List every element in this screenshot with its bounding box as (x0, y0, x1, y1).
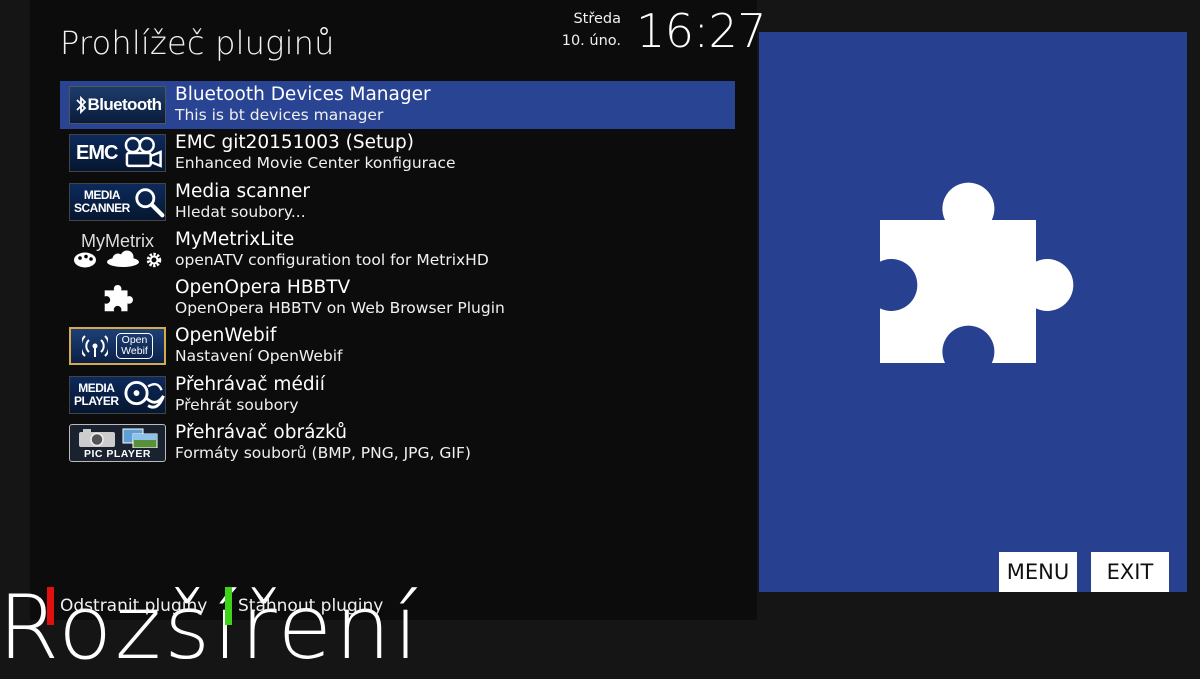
plugin-description: OpenOpera HBBTV on Web Browser Plugin (175, 299, 505, 318)
green-key-download-plugins[interactable]: Stáhnout pluginy (225, 587, 383, 625)
bluetooth-icon (75, 95, 86, 115)
page-title: Prohlížeč pluginů (60, 24, 335, 62)
logo-line: SCANNER (74, 200, 130, 215)
plugin-name: OpenWebif (175, 325, 277, 347)
mymetrix-icons (73, 250, 161, 268)
plugin-row-bluetooth[interactable]: Bluetooth Bluetooth Devices Manager This… (60, 81, 735, 130)
mymetrix-logo: MyMetrix (69, 231, 166, 269)
plugin-description: Přehrát soubory (175, 395, 299, 414)
plugin-row-media-scanner[interactable]: MEDIA SCANNER Media scanner Hledat soubo… (60, 178, 735, 226)
plugin-description: openATV configuration tool for MetrixHD (175, 250, 489, 269)
palette-icon (73, 252, 96, 268)
openopera-logo (69, 279, 166, 317)
media-scanner-logo: MEDIA SCANNER (69, 182, 166, 221)
pic-player-logo: PIC PLAYER (69, 424, 166, 463)
logo-line: PLAYER (74, 393, 119, 408)
photo-icon (122, 428, 157, 449)
red-key-indicator (47, 587, 54, 625)
puzzle-icon (104, 285, 133, 312)
plugin-description: Formáty souborů (BMP, PNG, JPG, GIF) (175, 444, 471, 463)
plugin-name: Přehrávač médií (175, 373, 325, 395)
plugin-name: Media scanner (175, 180, 311, 202)
film-reel-icon (124, 380, 165, 409)
plugin-description: Nastavení OpenWebif (175, 347, 343, 366)
plugin-name: OpenOpera HBBTV (175, 277, 351, 299)
openwebif-logo-text: Open Webif (116, 333, 153, 360)
pic-player-logo-text: PIC PLAYER (83, 448, 152, 461)
plugin-name: MyMetrixLite (175, 228, 295, 250)
plugin-name: Bluetooth Devices Manager (175, 84, 431, 105)
gear-icon (146, 252, 161, 268)
clock: 16:27 (636, 4, 767, 58)
green-key-indicator (225, 587, 232, 625)
plugin-name: Přehrávač obrázků (175, 422, 348, 444)
plugin-description: This is bt devices manager (175, 106, 384, 124)
media-scanner-logo-text: MEDIA SCANNER (74, 187, 130, 215)
plugin-description: Hledat soubory... (175, 202, 306, 221)
emc-logo-text: EMC (76, 141, 118, 164)
plugin-row-openopera[interactable]: OpenOpera HBBTV OpenOpera HBBTV on Web B… (60, 274, 735, 322)
plugin-row-openwebif[interactable]: Open Webif OpenWebif Nastavení OpenWebif (60, 322, 735, 370)
camera-photo-icon (78, 428, 157, 449)
plugin-row-pic-player[interactable]: PIC PLAYER Přehrávač obrázků Formáty sou… (60, 419, 735, 467)
film-camera-icon (125, 137, 163, 168)
bluetooth-logo: Bluetooth (69, 86, 166, 124)
media-player-logo-text: MEDIA PLAYER (74, 380, 119, 408)
day-label: Středa (573, 11, 621, 27)
logo-line: Webif (121, 345, 148, 358)
openwebif-logo: Open Webif (69, 327, 166, 366)
plugin-name: EMC git20151003 (Setup) (175, 132, 414, 154)
plugin-list: Bluetooth Bluetooth Devices Manager This… (60, 81, 735, 467)
red-key-label: Odstranit pluginy (60, 596, 208, 616)
exit-button[interactable]: EXIT (1091, 552, 1169, 592)
plugin-preview-panel (759, 32, 1187, 592)
mymetrix-logo-text: MyMetrix (81, 230, 154, 251)
media-player-logo: MEDIA PLAYER (69, 375, 166, 414)
cloud-icon (106, 250, 139, 267)
magnifier-icon (135, 187, 165, 217)
green-key-label: Stáhnout pluginy (238, 596, 384, 616)
date-label: 10. úno. (561, 33, 621, 49)
plugin-row-media-player[interactable]: MEDIA PLAYER Přehrávač médií Přehrát sou… (60, 371, 735, 419)
menu-button[interactable]: MENU (999, 552, 1077, 592)
camera-icon (78, 429, 115, 448)
emc-logo: EMC (69, 134, 166, 173)
bluetooth-logo-text: Bluetooth (87, 95, 163, 114)
puzzle-icon (880, 182, 1074, 363)
wireless-icon (82, 335, 109, 358)
plugin-row-mymetrix[interactable]: MyMetrix MyMetrixLite openATV configurat… (60, 226, 735, 274)
date-display: Středa 10. úno. (555, 8, 621, 52)
red-key-remove-plugins[interactable]: Odstranit pluginy (47, 587, 207, 625)
logo-line: MEDIA (78, 380, 115, 395)
plugin-row-emc[interactable]: EMC EMC git20151003 (Setup) Enhanced Mov… (60, 129, 735, 177)
logo-line: MEDIA (83, 187, 121, 202)
plugin-description: Enhanced Movie Center konfigurace (175, 154, 456, 173)
